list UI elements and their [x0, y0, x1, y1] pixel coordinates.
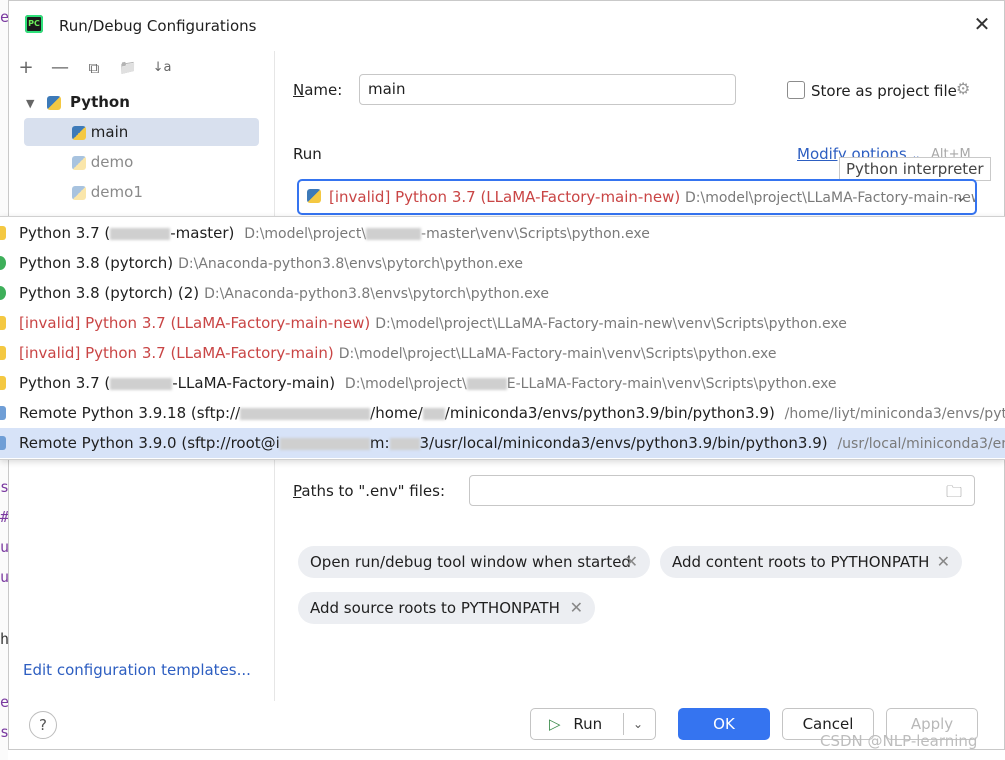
- env-paths-label: Paths to ".env" files:: [293, 482, 446, 500]
- tree-item-label: main: [90, 123, 129, 141]
- interpreter-select[interactable]: [invalid] Python 3.7 (LLaMA-Factory-main…: [297, 179, 977, 215]
- ok-button[interactable]: OK: [678, 708, 770, 740]
- sort-button[interactable]: ↓a: [151, 57, 173, 79]
- edit-templates-link[interactable]: Edit configuration templates...: [23, 661, 251, 679]
- name-label: Name:: [293, 81, 343, 99]
- tree-item-demo[interactable]: demo: [24, 148, 259, 176]
- close-icon[interactable]: ✕: [937, 546, 950, 578]
- python-icon: [0, 226, 6, 240]
- tree-item-demo1[interactable]: demo1: [24, 178, 259, 206]
- section-run-title: Run: [293, 145, 322, 163]
- interpreter-tooltip: Python interpreter: [839, 157, 991, 181]
- interpreter-dropdown: Python 3.7 (-master) D:\model\project\ -m…: [0, 216, 1005, 460]
- remote-python-icon: [0, 436, 6, 450]
- title-bar: PC Run/Debug Configurations ✕: [9, 1, 1004, 51]
- copy-config-button[interactable]: ⧉: [83, 57, 105, 79]
- tree-item-label: demo1: [90, 183, 143, 201]
- redacted-text: [366, 228, 422, 240]
- tree-group-python[interactable]: ▼ Python: [24, 88, 259, 116]
- dialog-title: Run/Debug Configurations: [59, 17, 257, 35]
- interpreter-option[interactable]: [invalid] Python 3.7 (LLaMA-Factory-main…: [0, 308, 1005, 338]
- watermark: CSDN @NLP-learning: [820, 732, 978, 750]
- remote-python-icon: [0, 406, 6, 420]
- chip-source-roots: Add source roots to PYTHONPATH ✕: [298, 592, 595, 624]
- tree-item-main[interactable]: main: [24, 118, 259, 146]
- redacted-text: [389, 437, 420, 450]
- close-icon[interactable]: ✕: [570, 592, 583, 624]
- chip-content-roots: Add content roots to PYTHONPATH ✕: [660, 546, 962, 578]
- python-icon: [72, 125, 86, 140]
- python-warning-icon: [0, 316, 6, 330]
- python-warning-icon: [307, 189, 321, 203]
- store-checkbox[interactable]: [787, 81, 805, 99]
- redacted-text: [279, 437, 370, 450]
- interpreter-option[interactable]: Python 3.8 (pytorch) (2) D:\Anaconda-pyth…: [0, 278, 1005, 308]
- interpreter-option[interactable]: [invalid] Python 3.7 (LLaMA-Factory-main…: [0, 338, 1005, 368]
- interpreter-option[interactable]: Python 3.8 (pytorch) D:\Anaconda-python3.…: [0, 248, 1005, 278]
- conda-icon: [0, 286, 6, 300]
- gear-icon[interactable]: ⚙: [956, 79, 970, 98]
- python-icon: [72, 155, 86, 170]
- play-icon: ▷: [549, 715, 561, 733]
- conda-icon: [0, 256, 6, 270]
- redacted-text: [240, 407, 371, 420]
- interpreter-selected: [invalid] Python 3.7 (LLaMA-Factory-main…: [329, 188, 977, 206]
- redacted-text: [422, 407, 445, 420]
- pycharm-icon: PC: [25, 15, 43, 33]
- add-config-button[interactable]: +: [15, 57, 37, 79]
- interpreter-option[interactable]: Python 3.7 (-master) D:\model\project\ -m…: [0, 218, 1005, 248]
- tree-item-label: demo: [90, 153, 134, 171]
- redacted-text: [110, 377, 173, 390]
- env-paths-input[interactable]: [469, 475, 975, 506]
- python-icon: [47, 95, 62, 110]
- interpreter-option[interactable]: Remote Python 3.9.18 (sftp:///home//mini…: [0, 398, 1005, 428]
- redacted-text: [466, 378, 507, 390]
- close-icon[interactable]: ✕: [971, 13, 993, 35]
- chip-open-tool-window: Open run/debug tool window when started ✕: [298, 546, 650, 578]
- chevron-down-icon: ⌄: [955, 189, 967, 205]
- store-label: Store as project file: [811, 82, 957, 100]
- close-icon[interactable]: ✕: [625, 546, 638, 578]
- interpreter-option-selected[interactable]: Remote Python 3.9.0 (sftp://root@i m: 3/us…: [0, 428, 1005, 458]
- tree-group-label: Python: [70, 93, 130, 111]
- python-warning-icon: [0, 346, 6, 360]
- chevron-down-icon: ▼: [26, 97, 35, 110]
- new-folder-button[interactable]: 📁: [117, 57, 139, 79]
- remove-config-button[interactable]: —: [49, 57, 71, 79]
- name-input[interactable]: main: [359, 74, 736, 105]
- run-button[interactable]: ▷ Run ⌄: [530, 708, 656, 740]
- redacted-text: [110, 227, 171, 240]
- python-icon: [72, 185, 86, 200]
- chevron-down-icon[interactable]: ⌄: [633, 709, 643, 739]
- help-button[interactable]: ?: [29, 711, 57, 739]
- folder-icon[interactable]: 🗀: [946, 481, 962, 508]
- python-icon: [0, 376, 6, 390]
- interpreter-option[interactable]: Python 3.7 (-LLaMA-Factory-main) D:\mode…: [0, 368, 1005, 398]
